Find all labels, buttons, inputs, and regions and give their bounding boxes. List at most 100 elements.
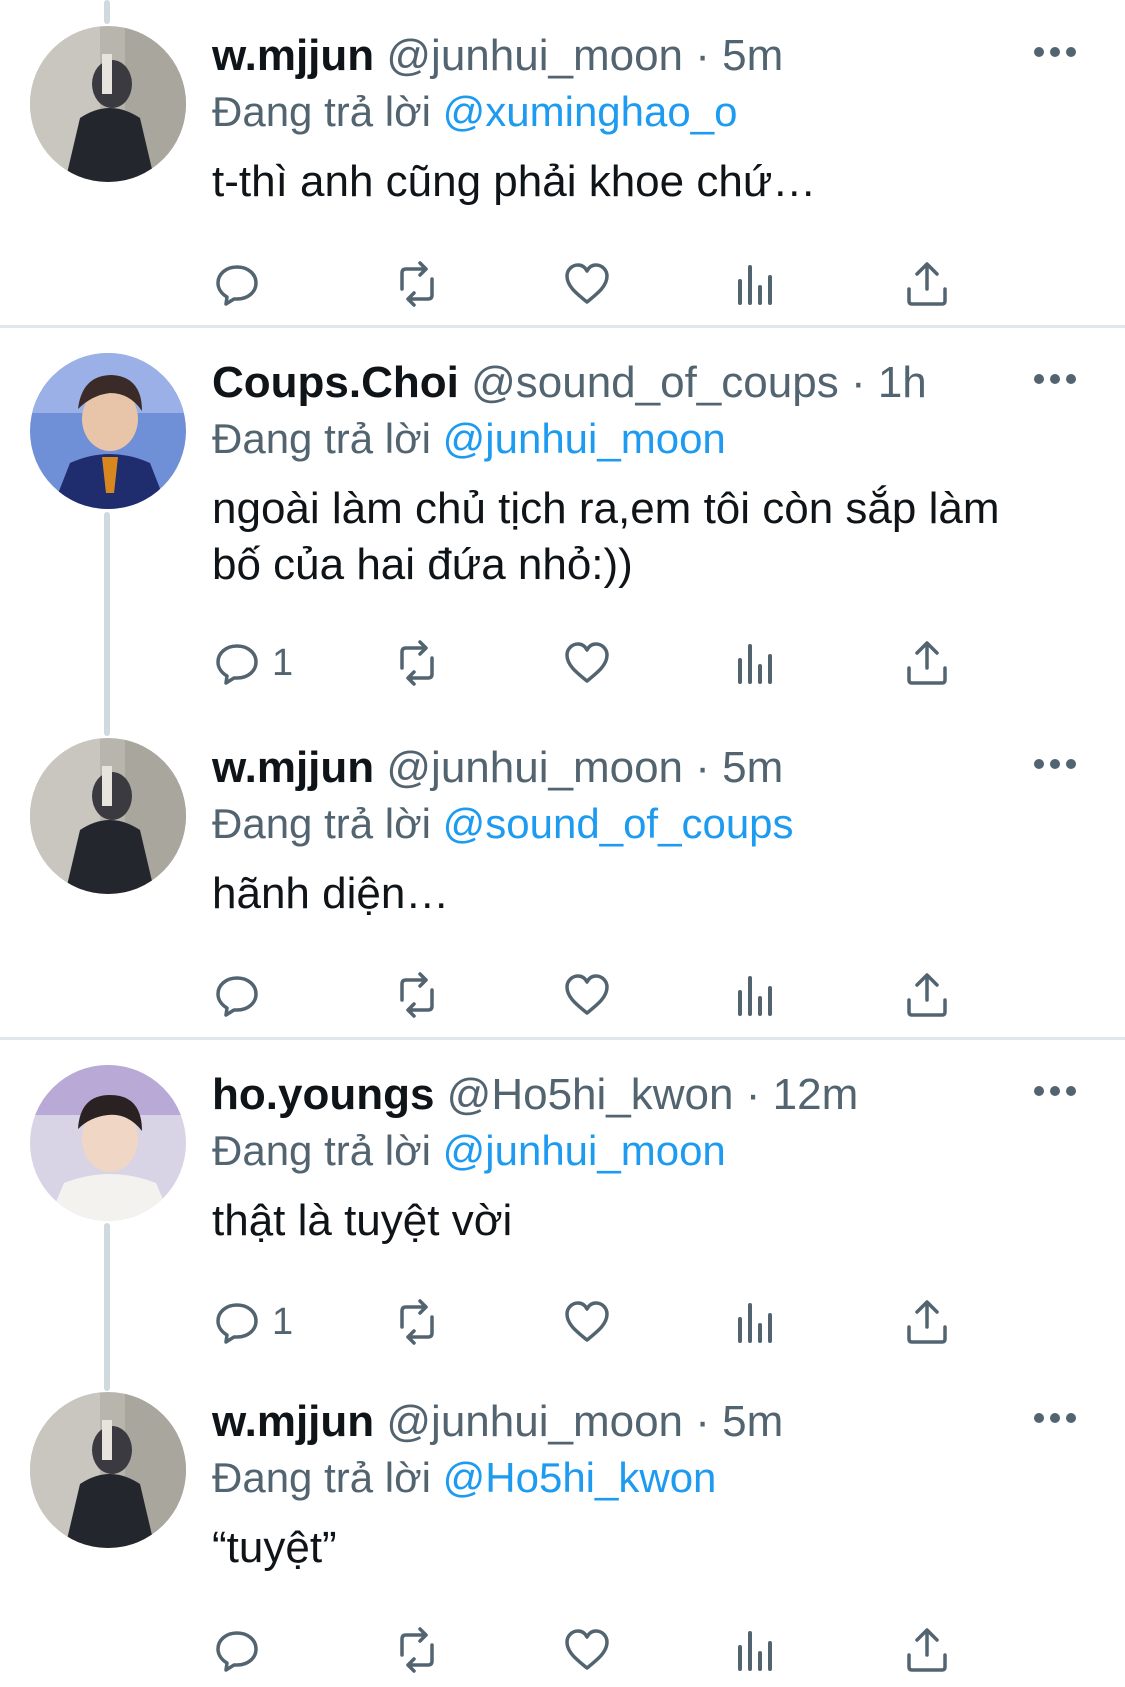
tweet-text: hãnh diện… [212,869,450,918]
like-button[interactable] [562,633,612,693]
views-icon [738,265,772,305]
mention-link[interactable]: @Ho5hi_kwon [443,1454,717,1501]
views-icon [738,644,772,684]
username[interactable]: @sound_of_coups [471,358,839,407]
views-icon [738,1631,772,1671]
like-button[interactable] [562,965,612,1025]
timestamp[interactable]: 5m [722,31,783,80]
share-icon [907,973,947,1017]
divider [0,325,1125,328]
reply-count: 1 [272,641,294,684]
more-options-button[interactable] [1025,1398,1085,1438]
more-options-button[interactable] [1025,359,1085,399]
display-name[interactable]: Coups.Choi [212,358,459,407]
avatar[interactable] [30,26,186,182]
tweet-header: Coups.Choi @sound_of_coups · 1h [212,353,1015,413]
mention-link[interactable]: @junhui_moon [443,415,726,462]
reply-button[interactable] [212,254,272,314]
heart-icon [565,1629,609,1670]
timestamp[interactable]: 5m [722,1397,783,1446]
retweet-button[interactable] [392,254,442,314]
retweet-icon [400,1299,434,1345]
share-button[interactable] [902,965,952,1025]
timestamp[interactable]: 12m [773,1070,859,1119]
share-icon [907,641,947,685]
mention-link[interactable]: @sound_of_coups [443,800,794,847]
avatar[interactable] [30,1392,186,1548]
retweet-button[interactable] [392,1620,442,1680]
display-name[interactable]: w.mjjun [212,1397,374,1446]
heart-icon [565,974,609,1015]
replying-to-label: Đang trả lời [212,88,431,135]
share-icon [907,262,947,306]
separator-dot: · [695,31,710,80]
divider [0,1037,1125,1040]
views-button[interactable] [732,254,782,314]
replying-to-label: Đang trả lời [212,800,431,847]
username[interactable]: @Ho5hi_kwon [447,1070,734,1119]
action-bar [212,1620,1012,1680]
like-button[interactable] [562,1620,612,1680]
avatar[interactable] [30,738,186,894]
replying-to-label: Đang trả lời [212,1127,431,1174]
share-icon [907,1300,947,1344]
thread-line [104,1223,110,1391]
display-name[interactable]: ho.youngs [212,1070,434,1119]
more-horizontal-icon [1034,1086,1076,1096]
more-options-button[interactable] [1025,32,1085,72]
replying-to-label: Đang trả lời [212,1454,431,1501]
reply-icon [216,976,258,1017]
retweet-button[interactable] [392,1292,442,1352]
timestamp[interactable]: 1h [878,358,927,407]
more-options-button[interactable] [1025,1071,1085,1111]
username[interactable]: @junhui_moon [386,31,683,80]
retweet-button[interactable] [392,965,442,1025]
action-bar: 1 [212,1292,1012,1352]
like-button[interactable] [562,254,612,314]
thread-line [104,512,110,736]
tweet-header: w.mjjun @junhui_moon · 5m [212,26,1015,86]
like-button[interactable] [562,1292,612,1352]
retweet-button[interactable] [392,633,442,693]
action-bar [212,254,1012,314]
separator-dot: · [695,743,710,792]
views-button[interactable] [732,965,782,1025]
reply-icon [216,265,258,306]
views-icon [738,1303,772,1343]
more-options-button[interactable] [1025,744,1085,784]
avatar[interactable] [30,353,186,509]
tweet-text: thật là tuyệt vời [212,1196,513,1245]
reply-button[interactable]: 1 [212,1292,293,1352]
share-button[interactable] [902,633,952,693]
share-icon [907,1628,947,1672]
share-button[interactable] [902,254,952,314]
action-bar: 1 [212,633,1012,693]
reply-button[interactable] [212,965,272,1025]
replying-to-label: Đang trả lời [212,415,431,462]
mention-link[interactable]: @junhui_moon [443,1127,726,1174]
reply-button[interactable] [212,1620,272,1680]
tweet-text: t-thì anh cũng phải khoe chứ… [212,157,817,206]
views-button[interactable] [732,1620,782,1680]
more-horizontal-icon [1034,759,1076,769]
display-name[interactable]: w.mjjun [212,743,374,792]
more-horizontal-icon [1034,1413,1076,1423]
username[interactable]: @junhui_moon [386,1397,683,1446]
timestamp[interactable]: 5m [722,743,783,792]
mention-link[interactable]: @xuminghao_o [443,88,738,135]
reply-icon [216,1631,258,1672]
replying-to: Đang trả lời @xuminghao_o [212,82,737,142]
share-button[interactable] [902,1620,952,1680]
views-button[interactable] [732,633,782,693]
reply-button[interactable]: 1 [212,633,293,693]
username[interactable]: @junhui_moon [386,743,683,792]
tweet-text: ngoài làm chủ tịch ra,em tôi còn sắp làm… [212,484,1000,589]
avatar[interactable] [30,1065,186,1221]
replying-to: Đang trả lời @junhui_moon [212,1121,726,1181]
reply-count: 1 [272,1300,294,1343]
display-name[interactable]: w.mjjun [212,31,374,80]
separator-dot: · [850,358,866,407]
retweet-icon [400,261,434,307]
share-button[interactable] [902,1292,952,1352]
views-button[interactable] [732,1292,782,1352]
